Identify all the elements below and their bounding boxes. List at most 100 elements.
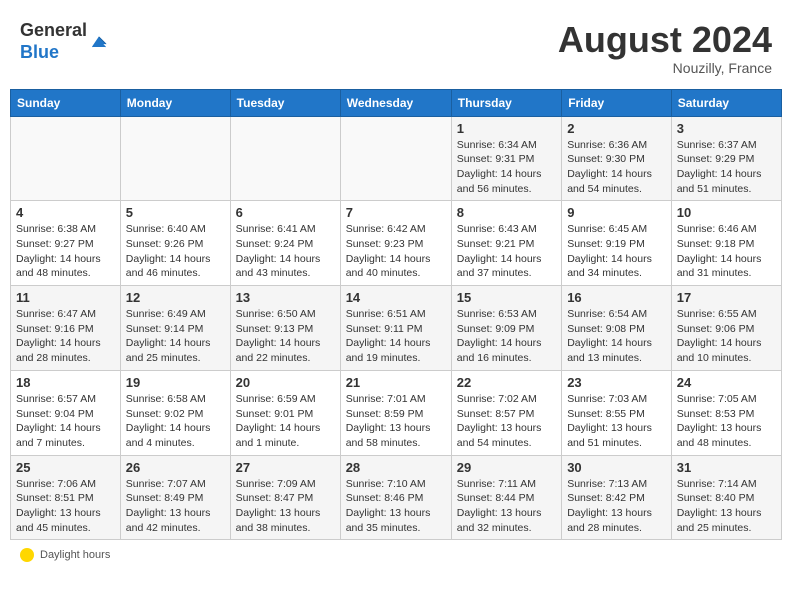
day-info: Sunrise: 6:40 AMSunset: 9:26 PMDaylight:… [126,222,225,281]
day-number: 16 [567,290,666,305]
calendar-cell: 2 Sunrise: 6:36 AMSunset: 9:30 PMDaylight… [562,116,672,201]
calendar-cell: 7Sunrise: 6:42 AMSunset: 9:23 PMDaylight… [340,201,451,286]
calendar-cell: 26Sunrise: 7:07 AMSunset: 8:49 PMDayligh… [120,455,230,540]
daylight-label: Daylight hours [40,549,110,561]
calendar-week-1: 1Sunrise: 6:34 AMSunset: 9:31 PMDaylight… [11,116,782,201]
day-number: 20 [236,375,335,390]
day-info: Sunrise: 7:02 AMSunset: 8:57 PMDaylight:… [457,392,556,451]
day-info: Sunrise: 7:06 AMSunset: 8:51 PMDaylight:… [16,477,115,536]
calendar-cell: 11 Sunrise: 6:47 AMSunset: 9:16 PMDayligh… [11,286,121,371]
day-info: Sunrise: 6:38 AMSunset: 9:27 PMDaylight:… [16,222,115,281]
day-number: 6 [236,205,335,220]
day-info: Sunrise: 7:14 AMSunset: 8:40 PMDaylight:… [677,477,776,536]
calendar-cell [11,116,121,201]
calendar-cell: 8Sunrise: 6:43 AMSunset: 9:21 PMDaylight… [451,201,561,286]
calendar-cell [340,116,451,201]
sun-icon [20,548,34,562]
weekday-header-wednesday: Wednesday [340,89,451,116]
day-number: 19 [126,375,225,390]
calendar-week-3: 11 Sunrise: 6:47 AMSunset: 9:16 PMDayligh… [11,286,782,371]
calendar-cell: 18Sunrise: 6:57 AMSunset: 9:04 PMDayligh… [11,370,121,455]
day-number: 27 [236,460,335,475]
weekday-header-row: SundayMondayTuesdayWednesdayThursdayFrid… [11,89,782,116]
day-info: Sunrise: 7:09 AMSunset: 8:47 PMDaylight:… [236,477,335,536]
day-number: 8 [457,205,556,220]
calendar-cell: 30 Sunrise: 7:13 AMSunset: 8:42 PMDayligh… [562,455,672,540]
day-info: Sunrise: 6:47 AMSunset: 9:16 PMDaylight:… [16,307,115,366]
day-number: 24 [677,375,776,390]
calendar-week-5: 25 Sunrise: 7:06 AMSunset: 8:51 PMDayligh… [11,455,782,540]
weekday-header-friday: Friday [562,89,672,116]
day-info: Sunrise: 7:05 AMSunset: 8:53 PMDaylight:… [677,392,776,451]
day-number: 7 [346,205,446,220]
day-number: 11 [16,290,115,305]
day-number: 3 [677,121,776,136]
day-number: 31 [677,460,776,475]
day-info: Sunrise: 6:36 AMSunset: 9:30 PMDaylight:… [567,138,666,197]
calendar-cell: 24 Sunrise: 7:05 AMSunset: 8:53 PMDayligh… [671,370,781,455]
calendar-week-2: 4 Sunrise: 6:38 AMSunset: 9:27 PMDaylight… [11,201,782,286]
calendar-cell: 4 Sunrise: 6:38 AMSunset: 9:27 PMDaylight… [11,201,121,286]
day-info: Sunrise: 7:10 AMSunset: 8:46 PMDaylight:… [346,477,446,536]
day-number: 21 [346,375,446,390]
calendar-cell: 22Sunrise: 7:02 AMSunset: 8:57 PMDayligh… [451,370,561,455]
day-number: 9 [567,205,666,220]
day-number: 23 [567,375,666,390]
calendar-cell: 14Sunrise: 6:51 AMSunset: 9:11 PMDayligh… [340,286,451,371]
day-number: 12 [126,290,225,305]
calendar-cell: 15Sunrise: 6:53 AMSunset: 9:09 PMDayligh… [451,286,561,371]
day-info: Sunrise: 6:58 AMSunset: 9:02 PMDaylight:… [126,392,225,451]
day-info: Sunrise: 6:50 AMSunset: 9:13 PMDaylight:… [236,307,335,366]
day-info: Sunrise: 7:07 AMSunset: 8:49 PMDaylight:… [126,477,225,536]
calendar-cell: 28Sunrise: 7:10 AMSunset: 8:46 PMDayligh… [340,455,451,540]
weekday-header-sunday: Sunday [11,89,121,116]
day-info: Sunrise: 7:03 AMSunset: 8:55 PMDaylight:… [567,392,666,451]
day-info: Sunrise: 6:46 AMSunset: 9:18 PMDaylight:… [677,222,776,281]
calendar-cell: 17 Sunrise: 6:55 AMSunset: 9:06 PMDayligh… [671,286,781,371]
calendar-cell: 9 Sunrise: 6:45 AMSunset: 9:19 PMDaylight… [562,201,672,286]
calendar-cell: 5Sunrise: 6:40 AMSunset: 9:26 PMDaylight… [120,201,230,286]
weekday-header-thursday: Thursday [451,89,561,116]
footer: Daylight hours [10,540,782,566]
day-number: 30 [567,460,666,475]
calendar: SundayMondayTuesdayWednesdayThursdayFrid… [10,89,782,541]
day-info: Sunrise: 7:13 AMSunset: 8:42 PMDaylight:… [567,477,666,536]
calendar-cell: 6 Sunrise: 6:41 AMSunset: 9:24 PMDaylight… [230,201,340,286]
day-number: 25 [16,460,115,475]
calendar-cell: 29Sunrise: 7:11 AMSunset: 8:44 PMDayligh… [451,455,561,540]
day-number: 4 [16,205,115,220]
day-info: Sunrise: 7:01 AMSunset: 8:59 PMDaylight:… [346,392,446,451]
calendar-cell: 12 Sunrise: 6:49 AMSunset: 9:14 PMDayligh… [120,286,230,371]
logo: General Blue [20,20,109,63]
day-info: Sunrise: 6:41 AMSunset: 9:24 PMDaylight:… [236,222,335,281]
calendar-cell: 21 Sunrise: 7:01 AMSunset: 8:59 PMDayligh… [340,370,451,455]
day-info: Sunrise: 6:55 AMSunset: 9:06 PMDaylight:… [677,307,776,366]
day-info: Sunrise: 6:59 AMSunset: 9:01 PMDaylight:… [236,392,335,451]
day-info: Sunrise: 6:49 AMSunset: 9:14 PMDaylight:… [126,307,225,366]
day-number: 2 [567,121,666,136]
weekday-header-saturday: Saturday [671,89,781,116]
weekday-header-monday: Monday [120,89,230,116]
calendar-cell: 16Sunrise: 6:54 AMSunset: 9:08 PMDayligh… [562,286,672,371]
logo-text: General Blue [20,20,87,63]
calendar-cell: 13 Sunrise: 6:50 AMSunset: 9:13 PMDayligh… [230,286,340,371]
day-info: Sunrise: 7:11 AMSunset: 8:44 PMDaylight:… [457,477,556,536]
calendar-cell [230,116,340,201]
calendar-cell: 23 Sunrise: 7:03 AMSunset: 8:55 PMDayligh… [562,370,672,455]
calendar-cell: 20 Sunrise: 6:59 AMSunset: 9:01 PMDayligh… [230,370,340,455]
day-info: Sunrise: 6:45 AMSunset: 9:19 PMDaylight:… [567,222,666,281]
calendar-cell: 25 Sunrise: 7:06 AMSunset: 8:51 PMDayligh… [11,455,121,540]
day-number: 14 [346,290,446,305]
day-number: 15 [457,290,556,305]
day-info: Sunrise: 6:34 AMSunset: 9:31 PMDaylight:… [457,138,556,197]
day-number: 13 [236,290,335,305]
calendar-cell: 10Sunrise: 6:46 AMSunset: 9:18 PMDayligh… [671,201,781,286]
calendar-week-4: 18Sunrise: 6:57 AMSunset: 9:04 PMDayligh… [11,370,782,455]
location: Nouzilly, France [558,60,772,76]
calendar-body: 1Sunrise: 6:34 AMSunset: 9:31 PMDaylight… [11,116,782,540]
day-number: 17 [677,290,776,305]
logo-icon [89,32,109,52]
day-info: Sunrise: 6:57 AMSunset: 9:04 PMDaylight:… [16,392,115,451]
weekday-header-tuesday: Tuesday [230,89,340,116]
day-info: Sunrise: 6:37 AMSunset: 9:29 PMDaylight:… [677,138,776,197]
